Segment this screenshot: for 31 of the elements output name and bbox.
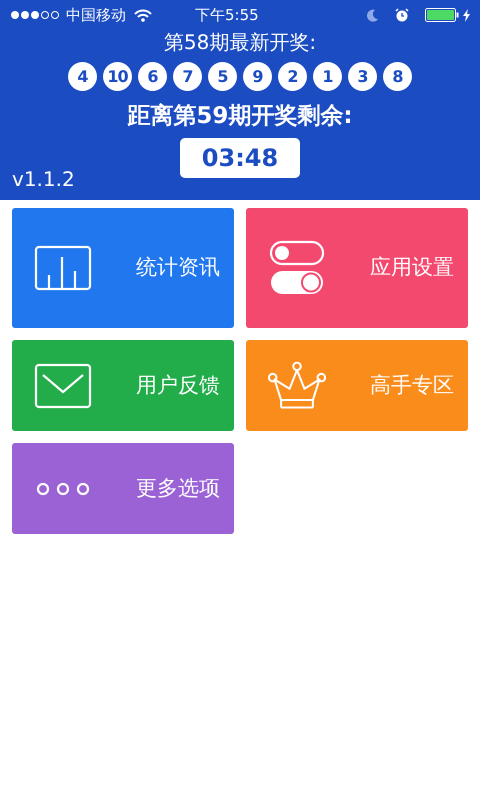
menu-tile[interactable]: 高手专区	[246, 340, 468, 431]
menu-tile[interactable]: 统计资讯	[12, 208, 234, 328]
number-ball: 3	[348, 62, 377, 91]
menu-tile[interactable]: 用户反馈	[12, 340, 234, 431]
number-ball: 4	[68, 62, 97, 91]
toggle-icon	[269, 240, 325, 296]
envelope-icon	[34, 362, 92, 408]
signal-icon	[10, 10, 62, 20]
more-icon	[36, 482, 90, 496]
number-ball: 2	[278, 62, 307, 91]
chart-icon	[34, 245, 92, 291]
number-ball: 1	[313, 62, 342, 91]
latest-draw-title: 第58期最新开奖:	[164, 30, 316, 54]
number-ball: 10	[103, 62, 132, 91]
clock-time: 下午5:55	[195, 4, 259, 26]
moon-icon	[367, 8, 379, 22]
carrier-name: 中国移动	[66, 4, 126, 26]
wifi-icon	[134, 8, 152, 22]
number-ball: 8	[383, 62, 412, 91]
charging-icon	[463, 8, 470, 22]
number-ball: 5	[208, 62, 237, 91]
version-label: v1.1.2	[12, 166, 75, 193]
number-ball: 6	[138, 62, 167, 91]
menu-tile[interactable]: 更多选项	[12, 443, 234, 534]
battery-icon	[425, 8, 459, 22]
alarm-icon	[395, 8, 409, 22]
countdown-label: 距离第59期开奖剩余:	[127, 102, 353, 131]
number-ball: 9	[243, 62, 272, 91]
countdown-timer: 03:48	[180, 138, 300, 178]
menu-tile[interactable]: 应用设置	[246, 208, 468, 328]
number-ball: 7	[173, 62, 202, 91]
